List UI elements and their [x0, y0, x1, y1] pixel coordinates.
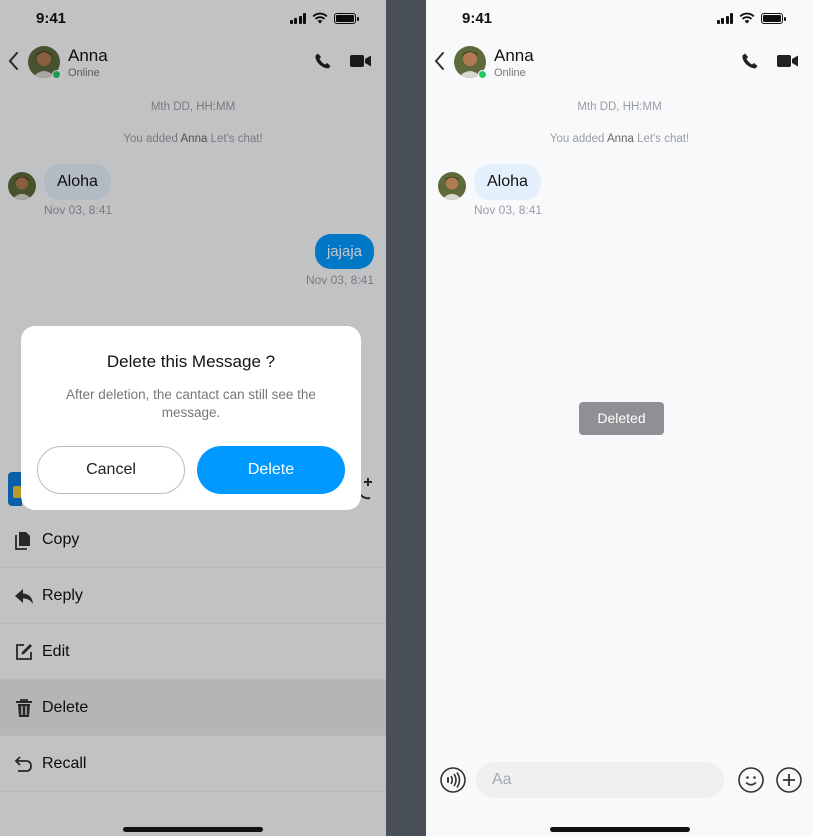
dialog-body: After deletion, the cantact can still se… — [66, 387, 316, 420]
system-added-message: You added Anna Let's chat! — [426, 133, 813, 145]
incoming-message-bubble[interactable]: Aloha — [474, 164, 541, 200]
contact-status: Online — [494, 67, 526, 79]
status-icons — [716, 12, 786, 24]
battery-icon — [761, 12, 786, 24]
added-prefix: You added — [549, 133, 605, 145]
right-phone-screen: 9:41 Anna Online Mth DD, HH:MM You added… — [426, 0, 813, 836]
voice-message-icon[interactable] — [440, 767, 466, 793]
video-camera-icon[interactable] — [777, 54, 799, 68]
left-phone-screen: 9:41 Anna Online Mth DD, HH:MM You added… — [0, 0, 386, 836]
emoji-icon[interactable] — [738, 767, 764, 793]
back-chevron-icon[interactable] — [432, 50, 448, 72]
phone-icon[interactable] — [741, 52, 759, 70]
plus-icon[interactable] — [776, 767, 802, 793]
signal-icon — [716, 12, 733, 24]
cancel-button[interactable]: Cancel — [37, 446, 185, 494]
home-indicator — [549, 827, 690, 832]
status-bar: 9:41 — [426, 0, 813, 36]
message-composer — [426, 760, 813, 800]
chat-timestamp: Mth DD, HH:MM — [577, 101, 662, 113]
home-indicator — [123, 827, 263, 832]
delete-confirm-dialog: Delete this Message ? After deletion, th… — [21, 326, 361, 510]
message-input[interactable] — [476, 762, 724, 798]
screen-divider — [386, 0, 426, 836]
status-time: 9:41 — [462, 10, 493, 27]
chat-header: Anna Online — [426, 42, 813, 82]
contact-name: Anna — [494, 46, 534, 65]
dialog-title: Delete this Message ? — [106, 352, 276, 371]
delete-button[interactable]: Delete — [197, 446, 345, 494]
message-avatar[interactable] — [438, 172, 466, 200]
online-status-dot — [478, 70, 487, 79]
added-name: Anna — [607, 133, 634, 145]
deleted-toast: Deleted — [579, 402, 664, 435]
added-suffix: Let's chat! — [637, 133, 690, 145]
wifi-icon — [739, 12, 755, 24]
incoming-message-time: Nov 03, 8:41 — [474, 203, 543, 217]
